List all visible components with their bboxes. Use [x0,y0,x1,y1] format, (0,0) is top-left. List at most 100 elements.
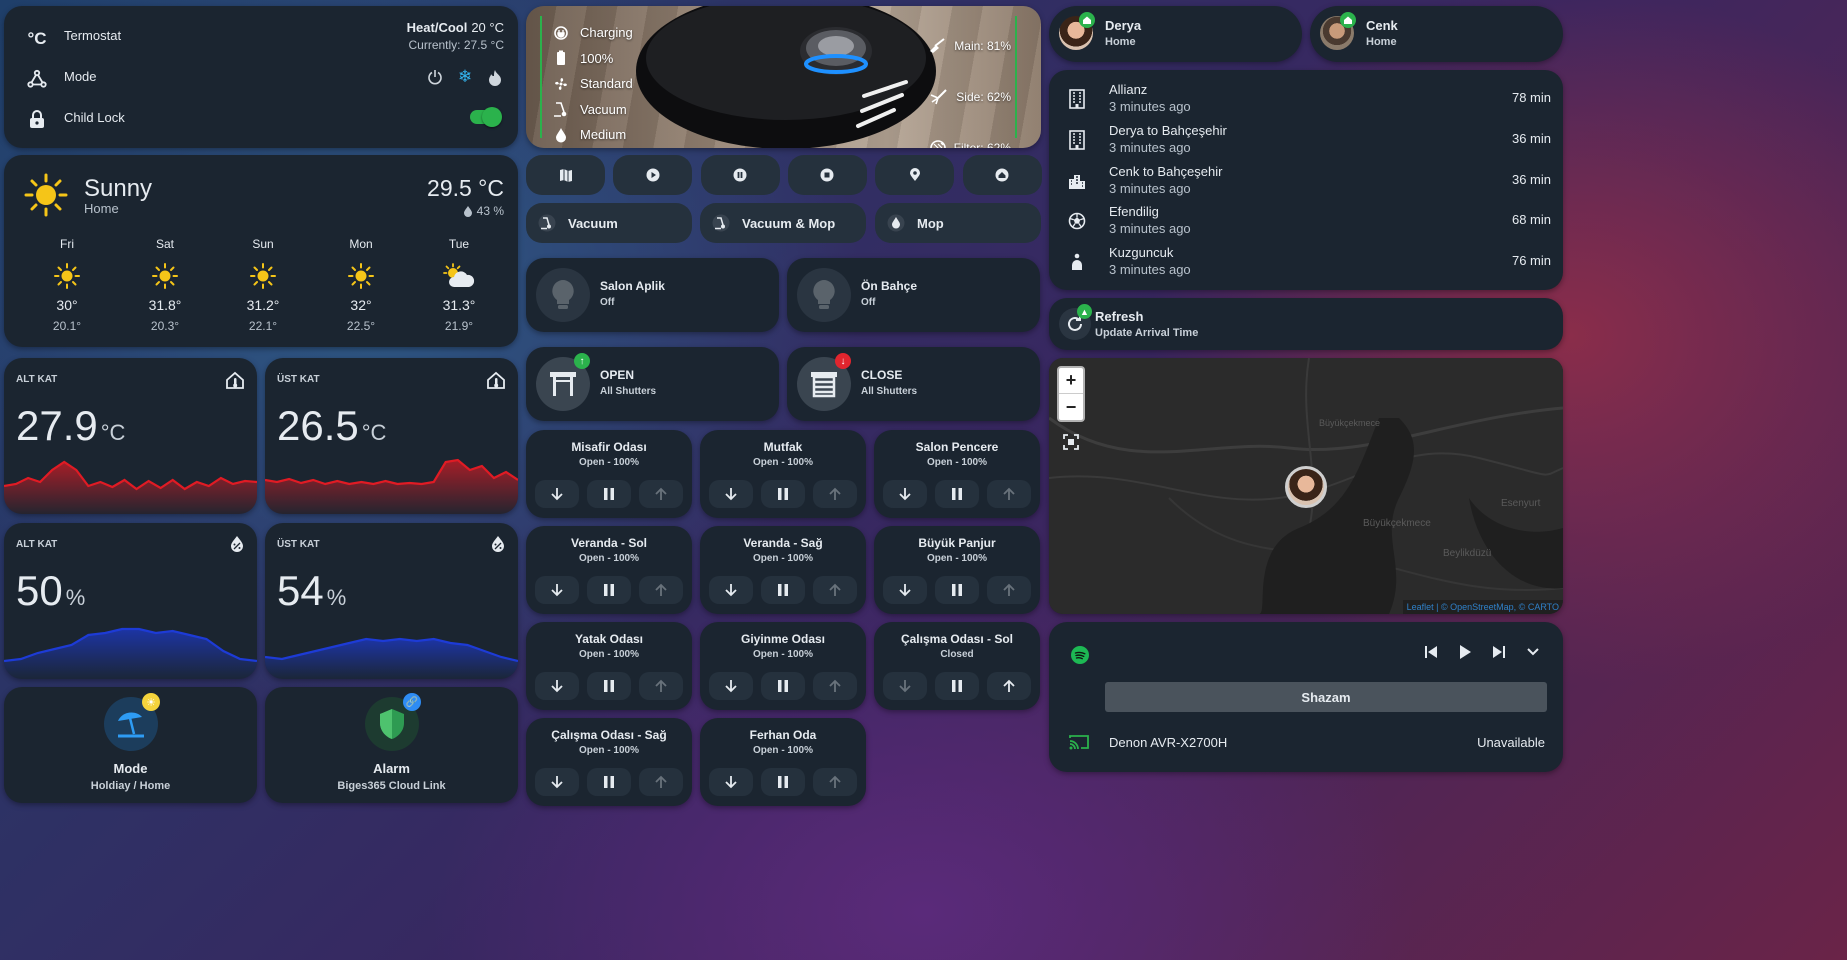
partly-cloudy-icon [410,255,508,297]
child-lock-label: Child Lock [64,110,125,125]
open-shutter-button[interactable] [639,576,683,604]
shutter-group-card[interactable]: ↓ CLOSE All Shutters [787,347,1040,421]
vacuum-control-button[interactable] [700,155,780,195]
stop-shutter-button[interactable] [935,480,979,508]
sensor-card[interactable]: ÜST KAT 26.5 °C [265,358,518,514]
zoom-out-button[interactable]: − [1059,394,1083,420]
next-track-icon[interactable] [1491,644,1507,660]
open-shutter-button[interactable] [639,672,683,700]
open-shutter-button[interactable] [639,480,683,508]
travel-updated: 3 minutes ago [1109,139,1191,155]
play-icon[interactable] [1457,644,1473,660]
light-card[interactable]: Ön Bahçe Off [787,258,1040,332]
shutter-card[interactable]: Çalışma Odası - Sağ Open - 100% [526,718,692,806]
shutter-card[interactable]: Veranda - Sağ Open - 100% [700,526,866,614]
close-shutter-button[interactable] [535,576,579,604]
vacuum-mode-button[interactable]: Mop [875,203,1041,243]
fit-bounds-icon[interactable] [1063,434,1079,450]
stop-shutter-button[interactable] [587,672,631,700]
refresh-card[interactable]: ▲ Refresh Update Arrival Time [1049,298,1563,350]
person-marker-avatar[interactable] [1285,466,1327,508]
travel-updated: 3 minutes ago [1109,221,1191,237]
person-card[interactable]: Derya Home [1049,6,1302,62]
vacuum-control-button[interactable] [875,155,955,195]
previous-track-icon[interactable] [1423,644,1439,660]
shutter-card[interactable]: Misafir Odası Open - 100% [526,430,692,518]
shutter-card[interactable]: Ferhan Oda Open - 100% [700,718,866,806]
shutter-card[interactable]: Giyinme Odası Open - 100% [700,622,866,710]
vacuum-mode-button[interactable]: Vacuum & Mop [700,203,866,243]
shutter-card[interactable]: Yatak Odası Open - 100% [526,622,692,710]
forecast-low: 20.3° [150,319,180,333]
open-shutter-button[interactable] [813,480,857,508]
vacuum-control-button[interactable] [962,155,1042,195]
stop-shutter-button[interactable] [935,672,979,700]
shutter-card[interactable]: Salon Pencere Open - 100% [874,430,1040,518]
alarm-card[interactable]: 🔗 Alarm Biges365 Cloud Link [265,687,518,803]
shutter-card[interactable]: Mutfak Open - 100% [700,430,866,518]
stop-shutter-button[interactable] [761,480,805,508]
open-shutter-button[interactable] [987,672,1031,700]
stop-shutter-button[interactable] [761,576,805,604]
sensor-card[interactable]: ALT KAT 27.9 °C [4,358,257,514]
stop-shutter-button[interactable] [587,576,631,604]
close-shutter-button[interactable] [709,480,753,508]
lightbulb-icon [797,268,851,322]
travel-duration: 36 min [1511,130,1551,146]
open-shutter-button[interactable] [987,576,1031,604]
close-shutter-button[interactable] [535,480,579,508]
shutter-card[interactable]: Büyük Panjur Open - 100% [874,526,1040,614]
stop-shutter-button[interactable] [761,672,805,700]
close-shutter-button[interactable] [535,672,579,700]
stop-shutter-button[interactable] [935,576,979,604]
close-shutter-button[interactable] [535,768,579,796]
water-icon [552,127,570,143]
vacuum-status-item: Medium [552,122,633,148]
snowflake-icon[interactable]: ❄ [456,67,474,86]
map-card[interactable]: Büyükçekmece Esenyurt Beylikdüzü Büyükçe… [1049,358,1563,614]
stop-shutter-button[interactable] [587,768,631,796]
status-divider [540,16,542,138]
close-shutter-button[interactable] [883,576,927,604]
map-zoom-controls: + − [1057,366,1085,422]
close-shutter-button[interactable] [883,480,927,508]
weather-humidity: 43 % [463,204,504,218]
zoom-in-button[interactable]: + [1059,368,1083,394]
power-icon[interactable] [426,68,444,86]
map-attribution[interactable]: Leaflet | © OpenStreetMap, © CARTO [1402,600,1563,614]
close-shutter-button[interactable] [709,768,753,796]
vacuum-control-button[interactable] [613,155,693,195]
open-shutter-button[interactable] [987,480,1031,508]
shutter-card[interactable]: Çalışma Odası - Sol Closed [874,622,1040,710]
fire-icon[interactable] [486,68,504,86]
shazam-button[interactable]: Shazam [1105,682,1547,712]
open-shutter-button[interactable] [813,672,857,700]
hvac-mode-buttons: ❄ [426,67,504,86]
forecast-day: Fri 30° 20.1° [18,237,116,333]
mode-card[interactable]: ☀ Mode Holdiay / Home [4,687,257,803]
stop-shutter-button[interactable] [761,768,805,796]
close-shutter-button[interactable] [709,672,753,700]
weather-card[interactable]: Sunny Home 29.5 °C 43 % Fri 30° 20.1° Sat 31… [4,155,518,347]
vacuum-control-button[interactable] [526,155,605,195]
vacuum-mode-button[interactable]: Vacuum [526,203,692,243]
open-shutter-button[interactable] [813,576,857,604]
person-card[interactable]: Cenk Home [1310,6,1563,62]
chevron-down-icon[interactable] [1525,644,1541,660]
sensor-card[interactable]: ALT KAT 50% [4,523,257,679]
open-shutter-button[interactable] [813,768,857,796]
shutter-group-card[interactable]: ↑ OPEN All Shutters [526,347,779,421]
sensor-card[interactable]: ÜST KAT 54% [265,523,518,679]
stop-shutter-button[interactable] [587,480,631,508]
forecast-day: Sat 31.8° 20.3° [116,237,214,333]
close-shutter-button[interactable] [883,672,927,700]
close-shutter-button[interactable] [709,576,753,604]
open-shutter-button[interactable] [639,768,683,796]
light-card[interactable]: Salon Aplik Off [526,258,779,332]
shutter-card[interactable]: Veranda - Sol Open - 100% [526,526,692,614]
vacuum-control-button[interactable] [787,155,867,195]
child-lock-toggle[interactable] [470,107,502,127]
mode-icon [26,68,48,90]
vacuum-card[interactable]: Charging 100% Standard Vacuum Medium Main: 8… [526,6,1041,148]
travel-duration: 76 min [1511,253,1551,269]
